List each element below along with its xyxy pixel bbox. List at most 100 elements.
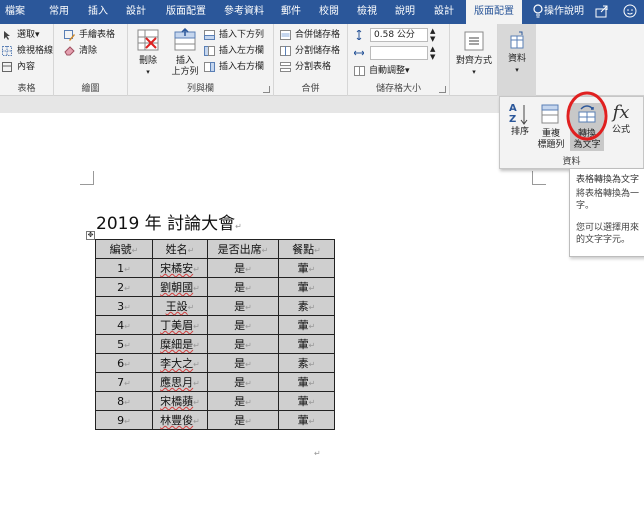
cell-mark-icon: ↵ [308,341,316,350]
tab-view[interactable]: 檢視 [352,0,382,24]
header-cell-number[interactable]: 編號↵ [95,239,153,259]
table-cell[interactable]: 葷↵ [278,372,335,392]
table-cell[interactable]: 是↵ [207,410,279,430]
document-page[interactable]: 2019 年 討論大會↵ ✥ 編號↵ 姓名↵ 是否出席↵ 餐點↵ 1↵ 宋橘安↵ 是… [0,113,644,515]
insert-left-button[interactable]: 插入左方欄 [204,44,264,58]
insert-above-button[interactable]: 插入 上方列 [168,27,202,78]
table-cell[interactable]: 李大之↵ [152,353,208,373]
row-height-input[interactable]: 0.58 公分 [370,28,428,42]
table-cell[interactable]: 王設↵ [152,296,208,316]
cell-mark-icon: ↵ [124,264,131,274]
table-cell[interactable]: 8↵ [95,391,153,411]
table-cell[interactable]: 劉朝國↵ [152,277,208,297]
sort-icon-z: Z [509,114,517,125]
data-button[interactable]: 資料 ▾ [500,30,534,76]
tab-review[interactable]: 校閱 [314,0,344,24]
select-button[interactable]: 選取▾ [2,28,40,42]
table-cell[interactable]: 3↵ [95,296,153,316]
table-cell[interactable]: 素↵ [278,353,335,373]
view-gridlines-button[interactable]: 檢視格線 [2,44,53,58]
table-cell[interactable]: 5↵ [95,334,153,354]
cell-text: 葷 [297,262,309,275]
insert-right-button[interactable]: 插入右方欄 [204,60,264,74]
table-cell[interactable]: 是↵ [207,372,279,392]
sort-button[interactable]: A Z 排序 [506,103,534,138]
table-cell[interactable]: 7↵ [95,372,153,392]
column-width-input[interactable] [370,46,428,60]
properties-button[interactable]: 內容 [2,60,35,74]
table-cell[interactable]: 丁美眉↵ [152,315,208,335]
table-cell[interactable]: 1↵ [95,258,153,278]
tell-me-box[interactable]: 操作說明 [544,0,584,24]
split-table-icon [280,61,292,72]
table-cell[interactable]: 6↵ [95,353,153,373]
table-cell[interactable]: 宋橘安↵ [152,258,208,278]
cell-size-launcher-icon[interactable] [439,86,446,93]
table-cell[interactable]: 是↵ [207,258,279,278]
cell-text: 葷 [297,319,309,332]
table-cell[interactable]: 9↵ [95,410,153,430]
table-cell[interactable]: 葷↵ [278,391,335,411]
delete-dropdown-icon: ▾ [146,68,150,76]
share-icon[interactable] [594,4,610,20]
smiley-icon[interactable] [622,4,638,20]
formula-button[interactable]: fx 公式 [606,101,636,136]
table-cell[interactable]: 是↵ [207,391,279,411]
tab-file[interactable]: 檔案 [0,0,30,24]
cell-text: 是 [234,262,246,275]
insert-below-button[interactable]: 插入下方列 [204,28,264,42]
autofit-button[interactable]: 自動調整▾ [354,64,410,78]
table-cell[interactable]: 是↵ [207,334,279,354]
split-cells-button[interactable]: 分割儲存格 [280,44,340,58]
split-table-button[interactable]: 分割表格 [280,60,331,74]
alignment-button[interactable]: 對齊方式 ▾ [456,30,492,78]
merge-cells-button[interactable]: 合併儲存格 [280,28,340,42]
table-cell[interactable]: 林豐俊↵ [152,410,208,430]
header-cell-name[interactable]: 姓名↵ [152,239,208,259]
rows-columns-launcher-icon[interactable] [263,86,270,93]
header-cell-meal[interactable]: 餐點↵ [278,239,335,259]
tab-mailings[interactable]: 郵件 [276,0,306,24]
table-cell[interactable]: 是↵ [207,315,279,335]
table-cell[interactable]: 素↵ [278,296,335,316]
attendance-table[interactable]: 編號↵ 姓名↵ 是否出席↵ 餐點↵ 1↵ 宋橘安↵ 是↵ 葷↵ 2↵ 劉朝國↵ 是↵ 葷↵ 3↵… [95,239,335,430]
eraser-button[interactable]: 清除 [64,44,97,58]
repeat-header-label-2: 標題列 [537,140,565,150]
tab-home[interactable]: 常用 [44,0,74,24]
row-height-spinner-icon[interactable]: ▲ ▼ [430,27,435,43]
tab-insert[interactable]: 插入 [83,0,113,24]
tab-help[interactable]: 說明 [390,0,420,24]
table-cell[interactable]: 糜細是↵ [152,334,208,354]
tab-references[interactable]: 參考資料 [218,0,270,24]
table-cell[interactable]: 2↵ [95,277,153,297]
table-cell[interactable]: 4↵ [95,315,153,335]
header-cell-attend[interactable]: 是否出席↵ [207,239,279,259]
table-cell[interactable]: 葷↵ [278,334,335,354]
insert-below-icon [204,29,216,40]
table-cell[interactable]: 是↵ [207,353,279,373]
table-move-handle-icon[interactable]: ✥ [86,231,95,240]
document-title[interactable]: 2019 年 討論大會↵ [96,209,242,234]
repeat-header-rows-button[interactable]: 重複 標題列 [536,103,566,151]
table-cell[interactable]: 宋橋蘋↵ [152,391,208,411]
table-cell[interactable]: 是↵ [207,296,279,316]
tab-design[interactable]: 設計 [120,0,152,24]
tab-table-design[interactable]: 設計 [428,0,460,24]
row-height-icon [354,29,366,41]
column-width-spinner-icon[interactable]: ▲ ▼ [430,45,435,61]
table-cell[interactable]: 是↵ [207,277,279,297]
table-cell[interactable]: 葷↵ [278,258,335,278]
draw-table-button[interactable]: 手繪表格 [64,28,115,42]
insert-above-label-1: 插入 [175,56,194,66]
cell-mark-icon: ↵ [308,398,316,407]
cell-text: 是 [234,319,246,332]
header-text: 編號 [109,243,132,256]
delete-button[interactable]: 刪除 ▾ [132,28,164,78]
table-cell[interactable]: 應思月↵ [152,372,208,392]
tab-table-layout[interactable]: 版面配置 [466,0,522,24]
cell-text: 劉朝國 [160,281,194,294]
table-cell[interactable]: 葷↵ [278,277,335,297]
table-cell[interactable]: 葷↵ [278,410,335,430]
tab-layout[interactable]: 版面配置 [160,0,212,24]
table-cell[interactable]: 葷↵ [278,315,335,335]
